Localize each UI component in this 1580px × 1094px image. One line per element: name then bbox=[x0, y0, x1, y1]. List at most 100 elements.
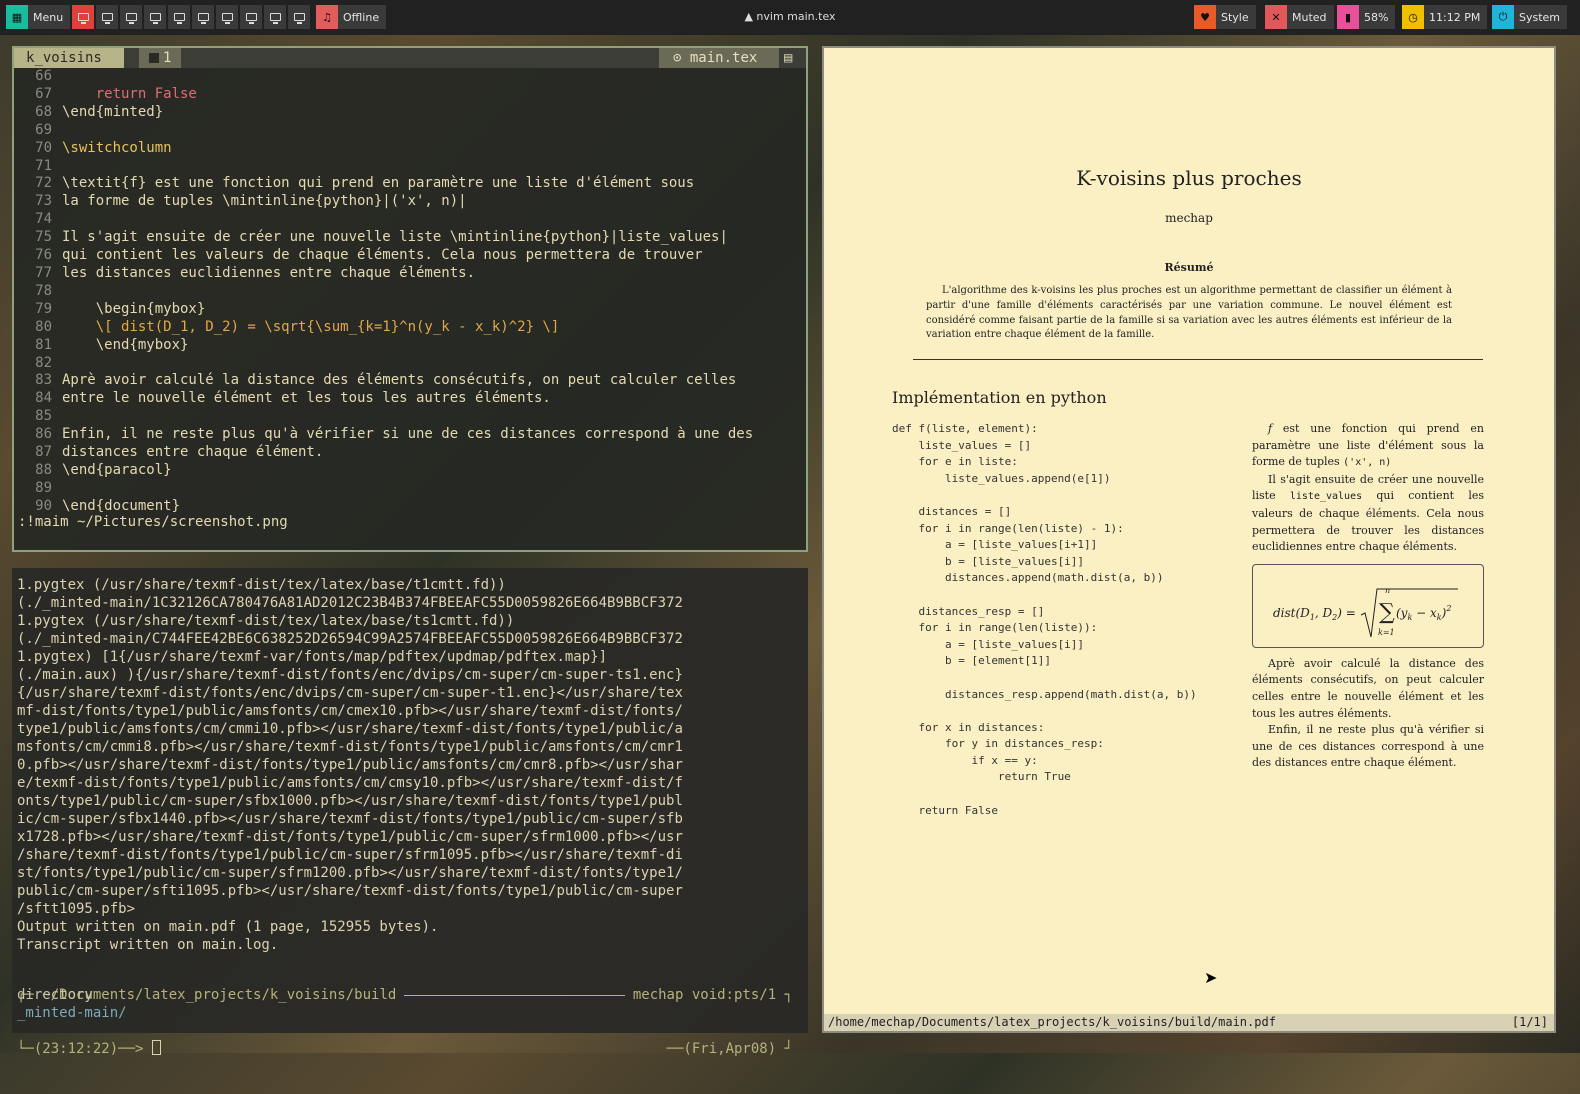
workspace-4-button[interactable] bbox=[144, 5, 166, 29]
code-line[interactable]: 70 \switchcolumn bbox=[14, 140, 753, 158]
line-text: la forme de tuples \mintinline{python}|(… bbox=[62, 193, 467, 210]
code-line[interactable]: 79 \begin{mybox} bbox=[14, 301, 753, 319]
code-line[interactable]: 76 qui contient les valeurs de chaque élé… bbox=[14, 247, 753, 265]
editor-window[interactable]: k_voisins 1 ⊙ main.tex ▤ 66 67 return Fal… bbox=[12, 46, 808, 552]
monitor-icon bbox=[149, 13, 161, 24]
line-text: return False bbox=[62, 85, 197, 102]
buffer-text[interactable]: 66 67 return False 68 \end{minted} 69 70 \swit… bbox=[14, 68, 753, 516]
formula-box: dist(D1, D2) = n ∑ k=1 (yk − xk)2 bbox=[1252, 563, 1484, 648]
prompt[interactable]: ┌─ ~/Documents/latex_projects/k_voisins/… bbox=[17, 950, 793, 1094]
abstract-heading: Résumé bbox=[1164, 261, 1214, 274]
code-line[interactable]: 83 Aprè avoir calculé la distance des élé… bbox=[14, 372, 753, 390]
doc-title: K-voisins plus proches bbox=[1076, 166, 1302, 190]
tab-k-voisins[interactable]: k_voisins bbox=[14, 48, 124, 68]
code-line[interactable]: 81 \end{mybox} bbox=[14, 337, 753, 355]
line-number: 72 bbox=[35, 175, 52, 192]
line-number: 81 bbox=[35, 336, 52, 353]
svg-text:dist(D1, D2) =: dist(D1, D2) = bbox=[1273, 606, 1356, 622]
line-number: 88 bbox=[35, 461, 52, 478]
power-icon: ⏻ bbox=[1492, 5, 1514, 29]
workspace-3-button[interactable] bbox=[120, 5, 142, 29]
svg-text:k=1: k=1 bbox=[1378, 628, 1395, 637]
line-number: 71 bbox=[35, 157, 52, 174]
code-line[interactable]: 72 \textit{f} est une fonction qui prend … bbox=[14, 175, 753, 193]
monitor-icon bbox=[269, 13, 281, 24]
workspace-9-button[interactable] bbox=[264, 5, 286, 29]
code-line[interactable]: 89 bbox=[14, 480, 753, 498]
code-line[interactable]: 87 distances entre chaque élément. bbox=[14, 444, 753, 462]
line-number: 67 bbox=[35, 85, 52, 102]
svg-text:(yk − xk)2: (yk − xk)2 bbox=[1396, 604, 1451, 622]
offline-indicator[interactable]: ♫ Offline bbox=[316, 5, 387, 29]
workspace-6-button[interactable] bbox=[192, 5, 214, 29]
code-line[interactable]: 88 \end{paracol} bbox=[14, 462, 753, 480]
code-line[interactable]: 90 \end{document} bbox=[14, 498, 753, 516]
line-number: 87 bbox=[35, 444, 52, 461]
volume-button[interactable]: ✕ Muted bbox=[1265, 5, 1334, 29]
code-line[interactable]: 86 Enfin, il ne reste plus qu'à vérifier … bbox=[14, 426, 753, 444]
code-line[interactable]: 66 bbox=[14, 68, 753, 86]
line-number: 86 bbox=[35, 426, 52, 443]
document-icon: ▤ bbox=[784, 50, 793, 66]
status-page: [1/1] bbox=[1511, 1015, 1548, 1029]
code-line[interactable]: 68 \end{minted} bbox=[14, 104, 753, 122]
window-title: ▲ nvim main.tex bbox=[744, 10, 836, 23]
file-tab[interactable]: ⊙ main.tex bbox=[659, 48, 780, 68]
completion-item[interactable]: _minted-main/ bbox=[17, 1004, 127, 1022]
code-line[interactable]: 78 bbox=[14, 283, 753, 301]
battery-icon: ▮ bbox=[1337, 5, 1359, 29]
line-text: Il s'agit ensuite de créer une nouvelle … bbox=[62, 229, 728, 246]
battery-indicator[interactable]: ▮ 58% bbox=[1337, 5, 1396, 29]
clock[interactable]: ◷ 11:12 PM bbox=[1402, 5, 1488, 29]
line-text: \switchcolumn bbox=[62, 139, 172, 156]
code-line[interactable]: 71 bbox=[14, 158, 753, 176]
command-line[interactable]: :!maim ~/Pictures/screenshot.png bbox=[18, 514, 288, 530]
pdf-viewer[interactable]: K-voisins plus proches mechap Résumé L'a… bbox=[822, 46, 1556, 1033]
code-line[interactable]: 84 entre le nouvelle élément et les tous … bbox=[14, 390, 753, 408]
code-line[interactable]: 82 bbox=[14, 355, 753, 373]
code-line[interactable]: 85 bbox=[14, 408, 753, 426]
line-number: 68 bbox=[35, 103, 52, 120]
line-number: 85 bbox=[35, 408, 52, 425]
code-line[interactable]: 75 Il s'agit ensuite de créer une nouvell… bbox=[14, 229, 753, 247]
code-line[interactable]: 77 les distances euclidiennes entre chaqu… bbox=[14, 265, 753, 283]
line-number: 83 bbox=[35, 372, 52, 389]
heart-icon: ♥ bbox=[1194, 5, 1216, 29]
style-button[interactable]: ♥ Style bbox=[1194, 5, 1256, 29]
abstract-text: L'algorithme des k-voisins les plus proc… bbox=[926, 285, 1452, 341]
top-bar: ▦ Menu ♫ Offline ▲ nvim main.tex ♥ Style… bbox=[0, 0, 1580, 35]
status-bar: /home/mechap/Documents/latex_projects/k_… bbox=[824, 1014, 1554, 1031]
prompt-path: ~/Documents/latex_projects/k_voisins/bui… bbox=[42, 987, 397, 1003]
code-line[interactable]: 67 return False bbox=[14, 86, 753, 104]
workspace-1-button[interactable] bbox=[72, 5, 94, 29]
line-text: entre le nouvelle élément et les tous le… bbox=[62, 390, 551, 407]
buffer-number[interactable]: 1 bbox=[139, 48, 182, 68]
apps-grid-icon: ▦ bbox=[6, 5, 28, 29]
workspace-10-button[interactable] bbox=[288, 5, 310, 29]
pdf-page: K-voisins plus proches mechap Résumé L'a… bbox=[824, 48, 1554, 1014]
workspace-7-button[interactable] bbox=[216, 5, 238, 29]
mute-icon: ✕ bbox=[1265, 5, 1287, 29]
line-text: \end{document} bbox=[62, 497, 181, 514]
code-line[interactable]: 80 \[ dist(D_1, D_2) = \sqrt{\sum_{k=1}^… bbox=[14, 319, 753, 337]
paragraph-1: f est une fonction qui prend en paramètr… bbox=[1252, 422, 1484, 469]
terminal-output: 1.pygtex (/usr/share/texmf-dist/tex/late… bbox=[17, 577, 683, 953]
workspace-2-button[interactable] bbox=[96, 5, 118, 29]
code-line[interactable]: 73 la forme de tuples \mintinline{python}… bbox=[14, 193, 753, 211]
line-text: qui contient les valeurs de chaque éléme… bbox=[62, 247, 703, 264]
system-button[interactable]: ⏻ System bbox=[1492, 5, 1568, 29]
paragraph-2: Il s'agit ensuite de créer une nouvelle … bbox=[1252, 472, 1484, 554]
code-line[interactable]: 69 bbox=[14, 122, 753, 140]
monitor-icon bbox=[77, 13, 89, 24]
completion-header: directory bbox=[17, 987, 93, 1003]
prompt-host: mechap void:pts/1 bbox=[632, 987, 777, 1003]
code-line[interactable]: 74 bbox=[14, 211, 753, 229]
formula: dist(D1, D2) = n ∑ k=1 (yk − xk)2 bbox=[1273, 586, 1458, 637]
monitor-icon bbox=[293, 13, 305, 24]
prompt-time: (23:12:22) bbox=[33, 1041, 119, 1057]
workspace-5-button[interactable] bbox=[168, 5, 190, 29]
paragraph-4: Enfin, il ne reste plus qu'à vérifier si… bbox=[1252, 723, 1484, 770]
workspace-8-button[interactable] bbox=[240, 5, 262, 29]
terminal-window[interactable]: 1.pygtex (/usr/share/texmf-dist/tex/late… bbox=[12, 568, 808, 1057]
menu-button[interactable]: ▦ Menu bbox=[6, 5, 71, 29]
